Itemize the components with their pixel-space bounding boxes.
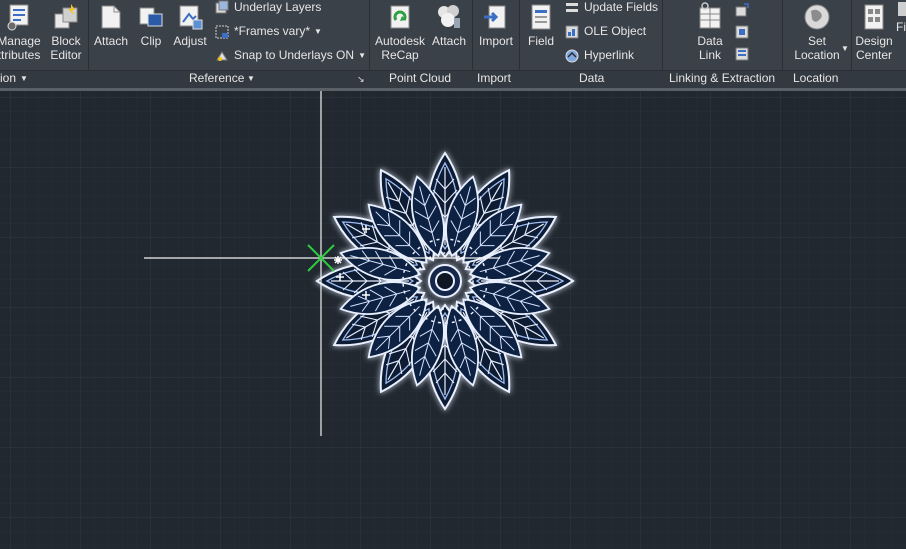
- download-from-source-icon[interactable]: [734, 24, 750, 40]
- adjust-icon: [179, 5, 203, 30]
- hyperlink-icon: [565, 49, 579, 63]
- snap-icon: [216, 50, 228, 61]
- clip-button[interactable]: Clip: [134, 2, 168, 48]
- mandala-center: [435, 271, 455, 291]
- block-panel-title[interactable]: ion: [0, 71, 16, 85]
- attach-button[interactable]: Attach: [90, 2, 132, 48]
- update-fields-label: Update Fields: [584, 0, 659, 14]
- hyperlink-button[interactable]: Hyperlink: [564, 46, 634, 64]
- manage-attributes-label-2: ttributes: [0, 48, 41, 62]
- snap-to-underlays-dropdown[interactable]: Snap to Underlays ON ▼: [214, 46, 366, 64]
- point-cloud-attach-button[interactable]: Attach: [428, 2, 470, 48]
- linking-panel-title: Linking & Extraction: [669, 71, 776, 85]
- update-fields-icon: [566, 2, 578, 12]
- set-location-label-2: Location: [794, 48, 840, 62]
- frames-vary-dropdown[interactable]: *Frames vary* ▼: [214, 22, 322, 40]
- design-center-label-1: Design: [855, 34, 893, 48]
- set-location-dropdown[interactable]: Set Location: [786, 2, 848, 62]
- design-center-icon: [864, 4, 884, 30]
- frames-icon: [215, 25, 229, 39]
- partial-tool-icon: [898, 2, 906, 16]
- ole-object-button[interactable]: OLE Object: [564, 22, 646, 40]
- design-center-button[interactable]: Design Center: [854, 2, 894, 62]
- data-panel-title: Data: [579, 71, 605, 85]
- underlay-layers-icon: [215, 0, 229, 14]
- point-cloud-attach-label: Attach: [431, 34, 467, 48]
- import-button[interactable]: Import: [474, 2, 518, 48]
- dialog-launcher-icon[interactable]: ↘: [357, 74, 365, 85]
- adjust-label: Adjust: [173, 34, 207, 48]
- ole-object-icon: [565, 25, 579, 39]
- clip-label: Clip: [140, 34, 162, 48]
- reference-panel-title[interactable]: Reference: [189, 71, 244, 85]
- location-panel-title: Location: [793, 71, 839, 85]
- attach-icon: [101, 5, 121, 29]
- data-link-button[interactable]: Data Link: [690, 2, 730, 62]
- autodesk-recap-button[interactable]: Autodesk ReCap: [372, 2, 428, 62]
- frames-vary-label: *Frames vary*: [234, 24, 311, 38]
- block-editor-icon: [54, 4, 78, 29]
- field-button[interactable]: Field: [522, 2, 560, 48]
- ole-object-label: OLE Object: [584, 24, 647, 38]
- upload-to-source-icon[interactable]: [734, 2, 750, 18]
- design-center-label-2: Center: [855, 48, 893, 62]
- data-link-label-2: Link: [698, 48, 721, 62]
- chevron-down-icon: ▼: [358, 50, 366, 60]
- chevron-down-icon[interactable]: ▼: [841, 44, 849, 53]
- underlay-layers-button[interactable]: Underlay Layers: [214, 0, 321, 16]
- field-label: Field: [527, 34, 554, 48]
- chevron-down-icon: ▼: [314, 26, 322, 36]
- drawing-canvas[interactable]: [0, 91, 906, 549]
- clip-icon: [139, 7, 163, 27]
- import-label: Import: [478, 34, 513, 48]
- point-cloud-attach-icon: [438, 5, 460, 28]
- import-panel-title: Import: [477, 71, 512, 85]
- globe-icon: [804, 4, 830, 30]
- manage-attributes-button[interactable]: Manage ttributes: [0, 2, 44, 62]
- set-location-label-1: Set: [807, 34, 826, 48]
- block-editor-button[interactable]: Block Editor: [46, 2, 86, 62]
- import-icon: [484, 5, 506, 29]
- chevron-down-icon[interactable]: ▼: [20, 74, 28, 83]
- attach-label: Attach: [93, 34, 129, 48]
- data-link-icon: [699, 2, 721, 29]
- underlay-layers-label: Underlay Layers: [234, 0, 322, 14]
- field-icon: [531, 4, 551, 30]
- update-fields-button[interactable]: Update Fields: [564, 0, 658, 16]
- block-editor-label-1: Block: [51, 34, 81, 48]
- manage-attributes-label-1: Manage: [0, 34, 41, 48]
- chevron-down-icon[interactable]: ▼: [247, 74, 255, 83]
- point-cloud-panel-title: Point Cloud: [389, 71, 452, 85]
- ribbon: Manage ttributes Block Editor Attach Cli…: [0, 0, 906, 89]
- snap-to-underlays-label: Snap to Underlays ON: [234, 48, 355, 62]
- recap-label-2: ReCap: [381, 48, 419, 62]
- adjust-button[interactable]: Adjust: [170, 2, 210, 48]
- recap-icon: [390, 5, 410, 29]
- partial-tool-label[interactable]: Fi: [896, 20, 906, 34]
- extract-data-icon[interactable]: [734, 46, 750, 62]
- block-editor-label-2: Editor: [50, 48, 82, 62]
- hyperlink-label: Hyperlink: [584, 48, 635, 62]
- recap-label-1: Autodesk: [374, 34, 426, 48]
- manage-attributes-icon: [7, 4, 29, 31]
- data-link-label-1: Data: [697, 34, 723, 48]
